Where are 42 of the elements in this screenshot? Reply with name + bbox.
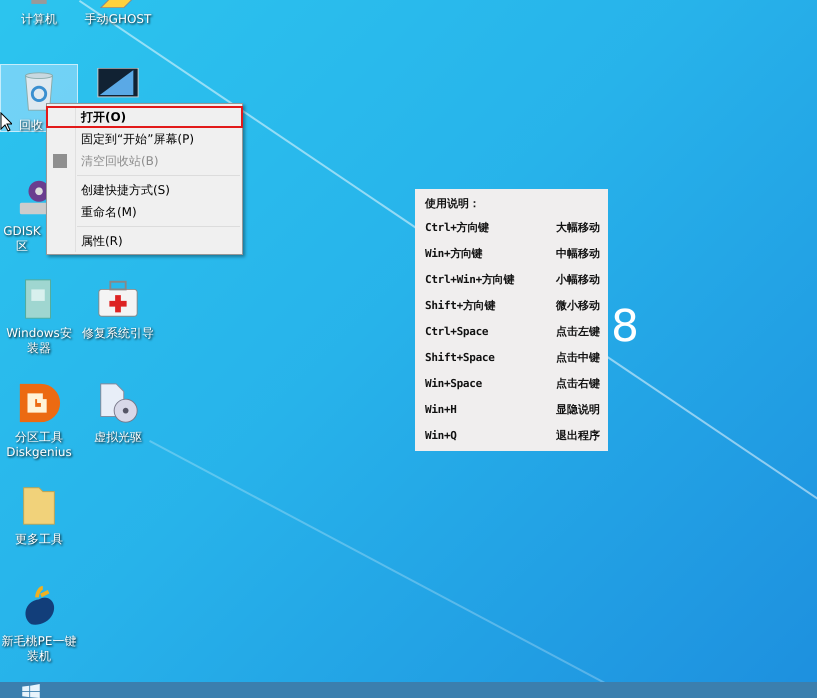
wallpaper-logo-text: 8 (611, 305, 639, 349)
shortcut-action: 点击中键 (556, 350, 600, 366)
icon-label[interactable]: 更多工具 (15, 532, 63, 547)
icon-label[interactable]: 虚拟光驱 (94, 430, 142, 445)
shortcut-keys: Win+方向键 (425, 241, 482, 267)
shortcut-keys: Win+Q (425, 423, 457, 449)
icon-label[interactable]: 手动GHOST (84, 12, 152, 27)
icon-label[interactable]: 新毛桃PE一键 (2, 634, 76, 649)
icon-label[interactable]: 装机 (27, 649, 51, 664)
icon-label[interactable]: Windows安 (6, 326, 72, 341)
menu-item[interactable]: 固定到“开始”屏幕(P) (47, 128, 242, 150)
shortcut-keys: Ctrl+Space (425, 319, 488, 345)
icon-label[interactable]: Diskgenius (6, 445, 72, 460)
menu-item[interactable]: 打开(O) (46, 106, 243, 128)
shortcut-action: 显隐说明 (556, 402, 600, 418)
icon-label[interactable]: 计算机 (21, 12, 57, 27)
shortcut-keys: Shift+方向键 (425, 293, 496, 319)
square-icon (53, 154, 67, 168)
icon-label[interactable]: 装器 (27, 341, 51, 356)
shortcut-keys: Shift+Space (425, 345, 495, 371)
shortcut-action: 点击右键 (556, 376, 600, 392)
icon-label[interactable]: 回收 (19, 118, 43, 133)
icon-label[interactable]: 分区工具 (15, 430, 63, 445)
shortcut-action: 中幅移动 (556, 246, 600, 262)
shortcut-action: 微小移动 (556, 298, 600, 314)
shortcut-action: 大幅移动 (556, 220, 600, 236)
icon-label[interactable]: 区 (16, 239, 28, 254)
menu-item[interactable]: 创建快捷方式(S) (47, 179, 242, 201)
help-title: 使用说明： (425, 196, 481, 212)
cursor-icon (0, 112, 12, 132)
icon-label[interactable]: GDISK (3, 224, 41, 239)
shortcut-action: 点击左键 (556, 324, 600, 340)
icon-label[interactable]: 修复系统引导 (82, 326, 154, 341)
shortcut-action: 退出程序 (556, 428, 600, 444)
shortcut-keys: Win+Space (425, 371, 482, 397)
shortcut-action: 小幅移动 (556, 272, 600, 288)
shortcut-keys: Win+H (425, 397, 457, 423)
shortcut-keys: Ctrl+Win+方向键 (425, 267, 514, 293)
shortcut-keys: Ctrl+方向键 (425, 215, 489, 241)
menu-item[interactable]: 重命名(M) (47, 201, 242, 223)
menu-item[interactable]: 属性(R) (47, 230, 242, 252)
windows-logo-icon[interactable] (22, 684, 40, 698)
